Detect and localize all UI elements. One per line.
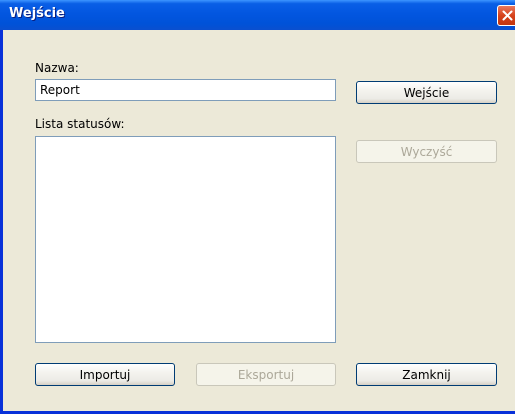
import-button[interactable]: Importuj [35,363,175,386]
window-title: Wejście [9,6,65,21]
name-label: Nazwa: [35,61,79,75]
clear-button[interactable]: Wyczyść [356,140,497,163]
close-window-button[interactable] [497,5,515,26]
enter-button[interactable]: Wejście [356,81,497,104]
export-button[interactable]: Eksportuj [196,363,336,386]
status-list-label: Lista statusów: [35,117,125,131]
close-button[interactable]: Zamknij [356,363,497,386]
dialog-window: Wejście Nazwa: Report Wejście Lista stat… [0,0,515,414]
close-icon [502,10,513,21]
name-input[interactable]: Report [35,79,336,101]
title-bar[interactable]: Wejście [0,0,515,30]
status-listbox[interactable] [35,136,336,343]
